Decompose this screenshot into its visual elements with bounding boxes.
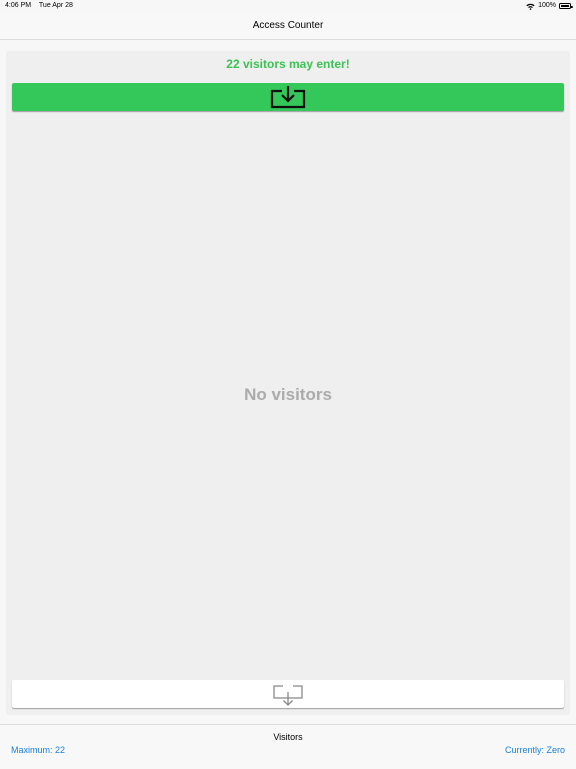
bottom-toolbar: Visitors Maximum: 22 Currently: Zero bbox=[0, 724, 576, 769]
navigation-bar: Access Counter bbox=[0, 12, 576, 40]
battery-level-fill bbox=[561, 5, 569, 7]
current-count-button[interactable]: Currently: Zero bbox=[505, 745, 565, 755]
maximum-button[interactable]: Maximum: 22 bbox=[11, 745, 65, 755]
enter-visitor-button[interactable] bbox=[12, 83, 564, 111]
status-date: Tue Apr 28 bbox=[38, 2, 73, 9]
visitor-panel: 22 visitors may enter! No visitors bbox=[6, 51, 570, 715]
entry-status-message: 22 visitors may enter! bbox=[226, 57, 350, 71]
exit-visitor-button[interactable] bbox=[12, 680, 564, 708]
page-title: Access Counter bbox=[252, 20, 324, 31]
battery-icon bbox=[559, 3, 573, 9]
toolbar-title: Visitors bbox=[273, 732, 303, 742]
battery-percent: 100% bbox=[538, 2, 556, 9]
status-time: 4:06 PM bbox=[5, 2, 32, 9]
tray-arrow-down-icon bbox=[270, 86, 306, 109]
status-bar: 4:06 PM Tue Apr 28 100% bbox=[0, 0, 576, 12]
status-bar-left: 4:06 PM Tue Apr 28 bbox=[5, 0, 79, 12]
empty-list-label: No visitors bbox=[244, 385, 332, 404]
wifi-icon bbox=[526, 3, 535, 10]
status-bar-right: 100% bbox=[526, 0, 573, 12]
tray-arrow-up-icon bbox=[273, 685, 303, 706]
